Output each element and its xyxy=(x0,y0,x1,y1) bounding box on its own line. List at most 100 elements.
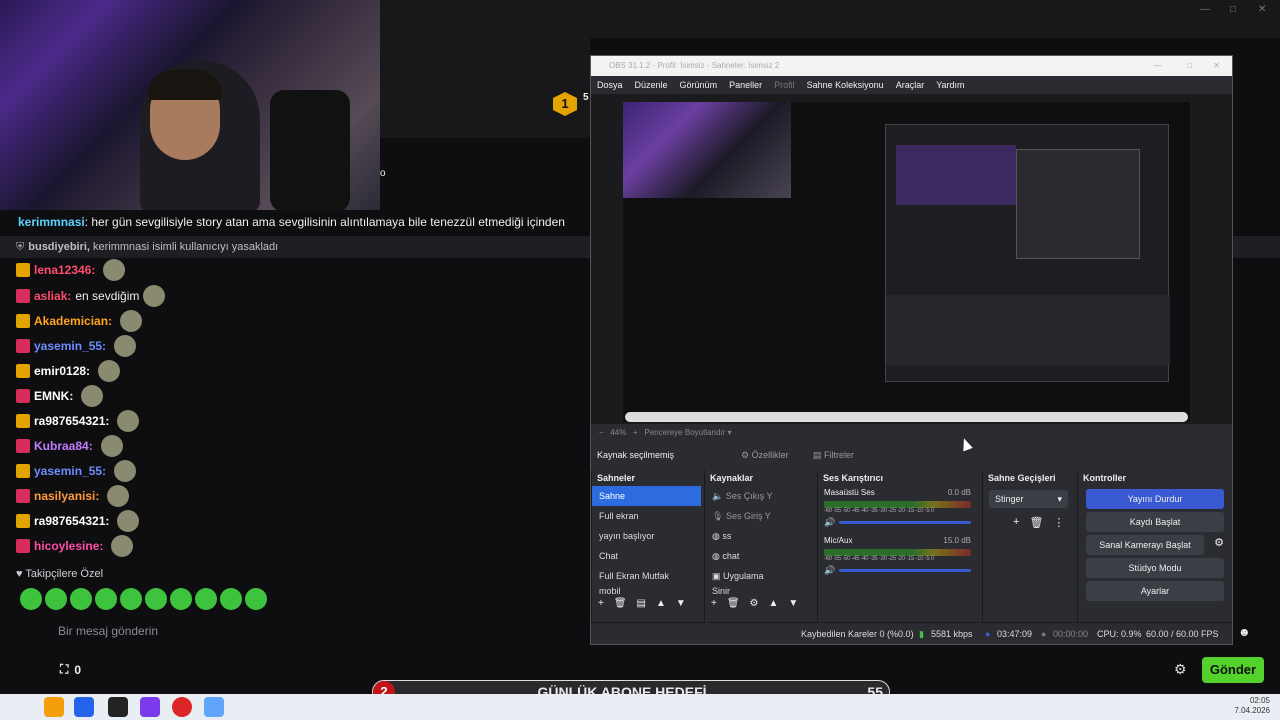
emote[interactable] xyxy=(70,588,92,610)
emote[interactable] xyxy=(114,335,137,357)
emote[interactable] xyxy=(103,259,126,281)
chat-username[interactable]: nasilyanisi: xyxy=(34,484,99,508)
obs-preview-canvas[interactable] xyxy=(623,102,1190,422)
menu-file[interactable]: Dosya xyxy=(597,76,623,94)
chat-username[interactable]: Akademician: xyxy=(34,309,112,333)
start-recording-button[interactable]: Kaydı Başlat xyxy=(1086,512,1224,532)
scene-item[interactable]: mobil xyxy=(592,586,701,596)
menu-profile[interactable]: Profil xyxy=(774,76,795,94)
emote[interactable] xyxy=(100,435,123,457)
chat-username[interactable]: yasemin_55: xyxy=(34,459,106,483)
scene-item[interactable]: yayın başlıyor xyxy=(592,526,701,546)
source-item[interactable]: Sinir xyxy=(705,586,814,596)
trash-icon[interactable]: 🗑 xyxy=(727,598,740,609)
chat-input[interactable]: Bir mesaj gönderin xyxy=(10,620,590,642)
emote[interactable] xyxy=(107,485,130,507)
add-icon[interactable]: + xyxy=(1013,516,1019,529)
down-icon[interactable]: ▼ xyxy=(788,598,798,609)
scene-item[interactable]: Full Ekran Mutfak xyxy=(592,566,701,586)
properties-button[interactable]: ⚙ Özellikler xyxy=(741,442,789,468)
menu-edit[interactable]: Düzenle xyxy=(635,76,668,94)
speaker-icon[interactable]: 🔊 xyxy=(824,517,835,528)
start-virtualcam-button[interactable]: Sanal Kamerayı Başlat xyxy=(1086,535,1204,555)
volume-slider[interactable] xyxy=(839,521,971,524)
filter-icon[interactable]: ▤ xyxy=(637,598,646,609)
source-item[interactable]: 🎙 Ses Giriş Y xyxy=(705,506,814,526)
emote[interactable] xyxy=(45,588,67,610)
menu-docks[interactable]: Paneller xyxy=(729,76,762,94)
chat-username[interactable]: yasemin_55: xyxy=(34,334,106,358)
emote[interactable] xyxy=(220,588,242,610)
minimize-icon[interactable]: — xyxy=(1154,56,1162,76)
menu-view[interactable]: Görünüm xyxy=(680,76,718,94)
scene-item[interactable]: Chat xyxy=(592,546,701,566)
gear-icon[interactable]: ⚙ xyxy=(1214,536,1224,549)
emote[interactable] xyxy=(20,588,42,610)
emote[interactable] xyxy=(117,510,140,532)
emote[interactable] xyxy=(145,588,167,610)
source-item[interactable]: ◍ ss xyxy=(705,526,814,546)
trash-icon[interactable]: 🗑 xyxy=(1029,516,1043,529)
app-taskbar-icon[interactable] xyxy=(44,697,64,717)
emote[interactable] xyxy=(81,385,104,407)
obs-taskbar-icon[interactable] xyxy=(108,697,128,717)
transition-select[interactable]: Stinger ▾ xyxy=(989,490,1068,508)
emote[interactable] xyxy=(245,588,267,610)
chat-username[interactable]: asliak: xyxy=(34,284,71,308)
app-taskbar-icon[interactable] xyxy=(74,697,94,717)
emote[interactable] xyxy=(120,588,142,610)
fit-to-window[interactable]: Pencereye Boyutlandır xyxy=(644,428,725,437)
source-item[interactable]: 🔈 Ses Çıkış Y xyxy=(705,486,814,506)
minimize-icon[interactable]: — xyxy=(1200,4,1210,15)
filters-button[interactable]: ▤ Filtreler xyxy=(813,442,854,468)
zoom-in-icon[interactable]: + xyxy=(633,428,638,437)
emote[interactable] xyxy=(117,410,140,432)
up-icon[interactable]: ▲ xyxy=(656,598,666,609)
channel-points[interactable]: ⛶ 0 xyxy=(60,662,81,677)
pinned-user[interactable]: kerimmnasi xyxy=(18,215,85,229)
stop-stream-button[interactable]: Yayını Durdur xyxy=(1086,489,1224,509)
chat-username[interactable]: Kubraa84: xyxy=(34,434,93,458)
emote[interactable] xyxy=(143,285,166,307)
maximize-icon[interactable]: □ xyxy=(1187,56,1192,76)
source-item[interactable]: ◍ chat xyxy=(705,546,814,566)
send-button[interactable]: Gönder xyxy=(1202,657,1264,683)
opera-taskbar-icon[interactable] xyxy=(172,697,192,717)
down-icon[interactable]: ▼ xyxy=(676,598,686,609)
chat-username[interactable]: EMNK: xyxy=(34,384,73,408)
chat-username[interactable]: hicoylesine: xyxy=(34,534,103,558)
trash-icon[interactable]: 🗑 xyxy=(614,598,627,609)
scene-item[interactable]: Sahne xyxy=(592,486,701,506)
app-taskbar-icon[interactable] xyxy=(140,697,160,717)
close-icon[interactable]: ✕ xyxy=(1213,56,1220,76)
emote[interactable] xyxy=(111,535,134,557)
emoji-icon[interactable]: ☻ xyxy=(1238,625,1251,639)
menu-help[interactable]: Yardım xyxy=(936,76,964,94)
app-taskbar-icon[interactable] xyxy=(204,697,224,717)
menu-scene-collection[interactable]: Sahne Koleksiyonu xyxy=(807,76,884,94)
chevron-down-icon[interactable]: ▾ xyxy=(728,428,732,437)
close-icon[interactable]: ✕ xyxy=(1258,4,1266,15)
emote[interactable] xyxy=(95,588,117,610)
menu-tools[interactable]: Araçlar xyxy=(896,76,925,94)
chat-username[interactable]: lena12346: xyxy=(34,258,95,282)
gear-icon[interactable]: ⚙ xyxy=(750,598,759,609)
settings-button[interactable]: Ayarlar xyxy=(1086,581,1224,601)
chat-username[interactable]: emir0128: xyxy=(34,359,90,383)
chat-settings-gear-icon[interactable]: ⚙ xyxy=(1174,661,1187,678)
add-icon[interactable]: + xyxy=(598,598,604,609)
emote[interactable] xyxy=(114,460,137,482)
speaker-icon[interactable]: 🔊 xyxy=(824,565,835,576)
zoom-out-icon[interactable]: − xyxy=(599,428,604,437)
maximize-icon[interactable]: □ xyxy=(1230,4,1236,15)
studio-mode-button[interactable]: Stüdyo Modu xyxy=(1086,558,1224,578)
emote[interactable] xyxy=(120,310,143,332)
volume-slider[interactable] xyxy=(839,569,971,572)
chat-username[interactable]: ra987654321: xyxy=(34,509,109,533)
chat-username[interactable]: ra987654321: xyxy=(34,409,109,433)
source-item[interactable]: ▣ Uygulama xyxy=(705,566,814,586)
up-icon[interactable]: ▲ xyxy=(769,598,779,609)
scene-item[interactable]: Full ekran xyxy=(592,506,701,526)
emote[interactable] xyxy=(195,588,217,610)
emote[interactable] xyxy=(98,360,121,382)
